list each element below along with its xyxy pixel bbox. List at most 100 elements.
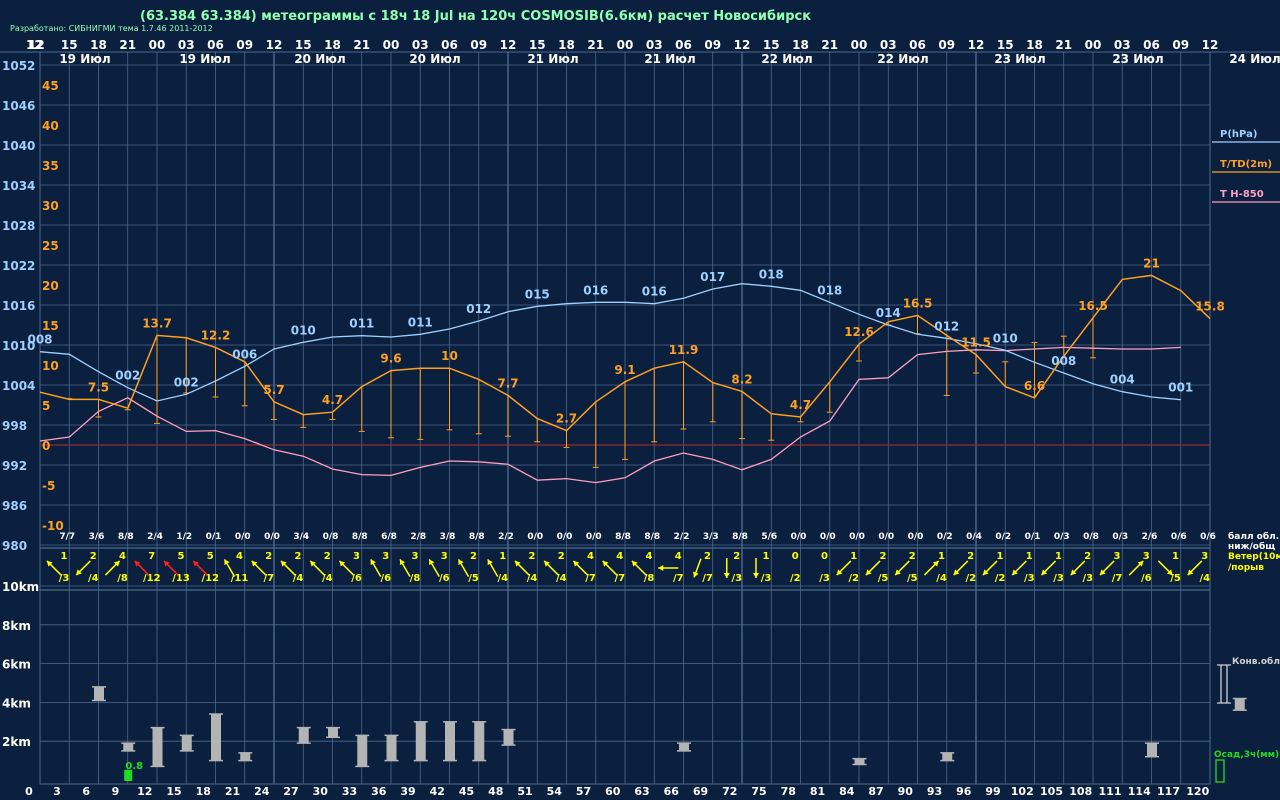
hour-label: 12	[968, 38, 985, 52]
cloud-cover-value: 0/2	[995, 532, 1011, 542]
hour-label: 18	[90, 38, 107, 52]
wind-gust-label: /8	[410, 573, 421, 584]
cloud-cover-value: 8/8	[118, 532, 134, 542]
chart-credit: Разработано: СИБНИГМИ тема 1.7.46 2011-2…	[10, 24, 213, 33]
wind-gust-label: /7	[1112, 573, 1123, 584]
convective-legend-label: Конв.обл.	[1232, 656, 1280, 667]
pressure-value-label: 006	[232, 347, 257, 361]
wind-speed-label: 3	[441, 551, 448, 562]
date-label: 21 Июл	[644, 52, 695, 66]
pressure-value-label: 012	[466, 302, 491, 316]
cloud-cover-value: 0/8	[1083, 532, 1099, 542]
wind-speed-label: 1	[997, 551, 1004, 562]
pressure-value-label: 018	[759, 267, 784, 281]
wind-speed-label: 7	[148, 551, 155, 562]
pressure-value-label: 002	[174, 375, 199, 389]
cloud-cover-value: 0/0	[849, 532, 865, 542]
forecast-hour-label: 54	[547, 785, 563, 798]
forecast-hour-label: 81	[810, 785, 825, 798]
temperature-value-label: 16.5	[903, 296, 933, 310]
date-label: 20 Июл	[294, 52, 345, 66]
wind-gust-label: /5	[878, 573, 889, 584]
wind-gust-label: /4	[936, 573, 947, 584]
hour-label: 15	[997, 38, 1014, 52]
wind-speed-label: 2	[470, 551, 477, 562]
wind-gust-label: /4	[88, 573, 99, 584]
wind-speed-label: 2	[90, 551, 97, 562]
temperature-value-label: 21	[1143, 256, 1160, 270]
cloud-cover-value: 8/8	[352, 532, 368, 542]
pressure-value-label: 010	[993, 331, 1018, 345]
forecast-hour-label: 63	[634, 785, 649, 798]
wind-speed-label: 3	[1201, 551, 1208, 562]
hour-label: 12	[26, 38, 43, 52]
cloud-cover-value: 0/1	[206, 532, 222, 542]
hour-label: 12	[500, 38, 517, 52]
wind-speed-label: 4	[119, 551, 126, 562]
wind-speed-label: 2	[558, 551, 565, 562]
cloud-cover-value: 3/8	[440, 532, 456, 542]
wind-speed-label: 2	[733, 551, 740, 562]
hour-label: 00	[617, 38, 634, 52]
wind-gust-label: /12	[201, 573, 219, 584]
temperature-value-label: 12.6	[844, 325, 874, 339]
date-label: 23 Июл	[994, 52, 1045, 66]
temperature-value-label: 16.5	[1078, 299, 1108, 313]
pressure-value-label: 008	[27, 333, 52, 347]
forecast-hour-label: 84	[839, 785, 855, 798]
pressure-value-label: 008	[1051, 354, 1076, 368]
temperature-value-label: 5.7	[263, 383, 284, 397]
hour-label: 03	[880, 38, 897, 52]
forecast-hour-label: 87	[868, 785, 883, 798]
cloud-cover-value: 2/4	[147, 532, 163, 542]
hour-label: 03	[178, 38, 195, 52]
hour-label: 03	[1114, 38, 1131, 52]
height-tick-label: 6km	[2, 658, 31, 672]
wind-speed-label: 2	[909, 551, 916, 562]
temperature-value-label: 9.1	[614, 363, 635, 377]
wind-speed-label: 2	[529, 551, 536, 562]
cloud-layer-bar	[679, 743, 689, 751]
temperature-value-label: 4.7	[790, 398, 811, 412]
hour-label: 06	[1143, 38, 1160, 52]
temperature-tick-label: -5	[42, 479, 55, 493]
wind-speed-label: 4	[587, 551, 594, 562]
cloud-cover-value: 0/6	[1171, 532, 1187, 542]
hour-label: 12	[1202, 38, 1219, 52]
hour-label: 21	[821, 38, 838, 52]
wind-gust-label: /4	[497, 573, 508, 584]
wind-gust-label: /3	[1024, 573, 1035, 584]
forecast-hour-label: 78	[781, 785, 796, 798]
pressure-tick-label: 1016	[2, 299, 35, 313]
cloud-cover-value: 0/3	[1112, 532, 1128, 542]
forecast-hour-label: 18	[196, 785, 211, 798]
cloud-layer-bar	[94, 686, 104, 701]
hour-label: 09	[938, 38, 955, 52]
cloud-layer-bar	[445, 721, 455, 761]
legend-entry: T/TD(2m)	[1220, 159, 1272, 170]
date-label: 21 Июл	[527, 52, 578, 66]
cloud-layer-bar	[386, 735, 397, 761]
temperature-tick-label: 25	[42, 239, 59, 253]
pressure-tick-label: 992	[2, 459, 27, 473]
cloud-layer-bar	[181, 735, 192, 751]
forecast-hour-label: 57	[576, 785, 591, 798]
wind-speed-label: 3	[1143, 551, 1150, 562]
hour-label: 00	[1085, 38, 1102, 52]
cloud-cover-value: 3/4	[293, 532, 309, 542]
forecast-hour-label: 24	[254, 785, 270, 798]
cloud-cover-value: 0/2	[937, 532, 953, 542]
pressure-value-label: 014	[876, 306, 901, 320]
forecast-hour-label: 96	[956, 785, 972, 798]
wind-legend-label: Ветер(10м)	[1228, 552, 1280, 562]
temperature-value-label: 10	[441, 349, 458, 363]
pressure-tick-label: 1034	[2, 179, 35, 193]
forecast-hour-label: 33	[342, 785, 357, 798]
cloud-layer-bar	[474, 721, 485, 761]
wind-speed-label: 2	[704, 551, 711, 562]
hour-label: 21	[353, 38, 370, 52]
hour-label: 15	[763, 38, 780, 52]
wind-gust-label: /7	[702, 573, 713, 584]
hour-label: 18	[324, 38, 341, 52]
pressure-tick-label: 1022	[2, 259, 35, 273]
